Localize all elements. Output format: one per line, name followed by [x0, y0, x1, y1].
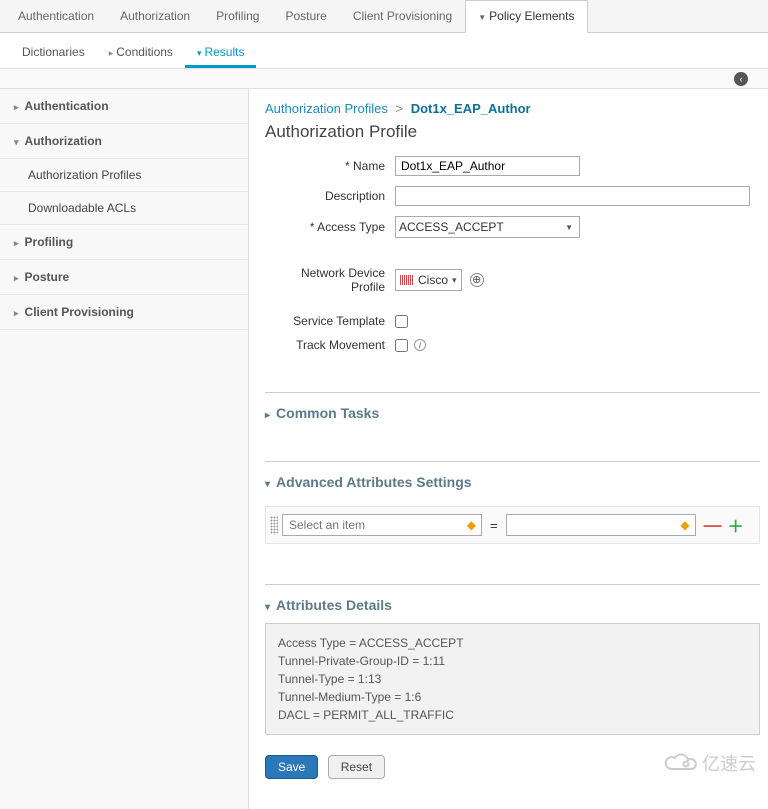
sidebar-item-profiling[interactable]: Profiling — [0, 225, 248, 260]
name-label: * Name — [265, 159, 395, 173]
access-type-label: * Access Type — [265, 220, 395, 234]
sidebar-item-authorization[interactable]: Authorization — [0, 124, 248, 159]
subtab-conditions[interactable]: Conditions — [97, 39, 185, 68]
detail-line: DACL = PERMIT_ALL_TRAFFIC — [278, 706, 747, 724]
name-input[interactable] — [395, 156, 580, 176]
description-label: Description — [265, 189, 395, 203]
info-icon[interactable]: i — [414, 339, 426, 351]
detail-line: Tunnel-Private-Group-ID = 1:11 — [278, 652, 747, 670]
equals-sign: = — [490, 518, 498, 533]
breadcrumb-parent[interactable]: Authorization Profiles — [265, 101, 388, 116]
cloud-icon — [664, 753, 698, 778]
service-template-label: Service Template — [265, 314, 395, 328]
attributes-details-box: Access Type = ACCESS_ACCEPT Tunnel-Priva… — [265, 623, 760, 735]
tab-profiling[interactable]: Profiling — [203, 0, 272, 32]
ndp-label: Network Device Profile — [265, 266, 395, 294]
watermark-text: 亿速云 — [702, 754, 756, 774]
collapse-sidebar-icon[interactable]: ‹ — [734, 72, 748, 86]
track-movement-label: Track Movement — [265, 338, 395, 352]
sidebar-item-posture[interactable]: Posture — [0, 260, 248, 295]
service-template-checkbox[interactable] — [395, 315, 408, 328]
detail-line: Tunnel-Medium-Type = 1:6 — [278, 688, 747, 706]
content-area: Authorization Profiles > Dot1x_EAP_Autho… — [249, 89, 768, 809]
remove-row-icon[interactable]: — — [704, 515, 722, 536]
attribute-value-select[interactable] — [506, 514, 696, 536]
page-title: Authorization Profile — [265, 122, 760, 142]
sidebar-item-authentication[interactable]: Authentication — [0, 89, 248, 124]
reset-button[interactable]: Reset — [328, 755, 385, 779]
breadcrumb: Authorization Profiles > Dot1x_EAP_Autho… — [265, 101, 760, 116]
tab-authorization[interactable]: Authorization — [107, 0, 203, 32]
tab-policy-elements[interactable]: Policy Elements — [465, 0, 587, 33]
advanced-attributes-header[interactable]: Advanced Attributes Settings — [265, 474, 760, 490]
tab-posture[interactable]: Posture — [272, 0, 339, 32]
drag-handle-icon[interactable] — [270, 516, 278, 534]
sub-nav-tabs: Dictionaries Conditions Results — [0, 33, 768, 69]
top-nav-tabs: Authentication Authorization Profiling P… — [0, 0, 768, 33]
sidebar-sub-downloadable-acls[interactable]: Downloadable ACLs — [0, 192, 248, 225]
cisco-icon — [400, 275, 414, 285]
sidebar-item-client-provisioning[interactable]: Client Provisioning — [0, 295, 248, 330]
ndp-select[interactable]: Cisco — [395, 269, 462, 291]
tab-client-provisioning[interactable]: Client Provisioning — [340, 0, 465, 32]
attribute-key-select[interactable]: Select an item — [282, 514, 482, 536]
detail-line: Access Type = ACCESS_ACCEPT — [278, 634, 747, 652]
save-button[interactable]: Save — [265, 755, 318, 779]
add-row-icon[interactable]: ＋ — [728, 513, 744, 537]
breadcrumb-separator: > — [395, 101, 403, 116]
add-ndp-icon[interactable]: ⊕ — [470, 273, 484, 287]
subtab-dictionaries[interactable]: Dictionaries — [10, 39, 97, 68]
detail-line: Tunnel-Type = 1:13 — [278, 670, 747, 688]
sidebar-sub-authorization-profiles[interactable]: Authorization Profiles — [0, 159, 248, 192]
attribute-row: Select an item = — ＋ — [265, 506, 760, 544]
collapse-handle-bar: ‹ — [0, 69, 768, 89]
ndp-value: Cisco — [418, 273, 448, 287]
attribute-key-placeholder: Select an item — [289, 518, 365, 532]
access-type-select[interactable]: ACCESS_ACCEPT — [395, 216, 580, 238]
tab-authentication[interactable]: Authentication — [5, 0, 107, 32]
breadcrumb-current: Dot1x_EAP_Author — [411, 101, 531, 116]
sidebar: Authentication Authorization Authorizati… — [0, 89, 249, 809]
common-tasks-header[interactable]: Common Tasks — [265, 405, 760, 421]
access-type-value: ACCESS_ACCEPT — [399, 220, 504, 234]
attributes-details-header[interactable]: Attributes Details — [265, 597, 760, 613]
watermark: 亿速云 — [664, 750, 756, 778]
track-movement-checkbox[interactable] — [395, 339, 408, 352]
description-input[interactable] — [395, 186, 750, 206]
subtab-results[interactable]: Results — [185, 39, 257, 68]
